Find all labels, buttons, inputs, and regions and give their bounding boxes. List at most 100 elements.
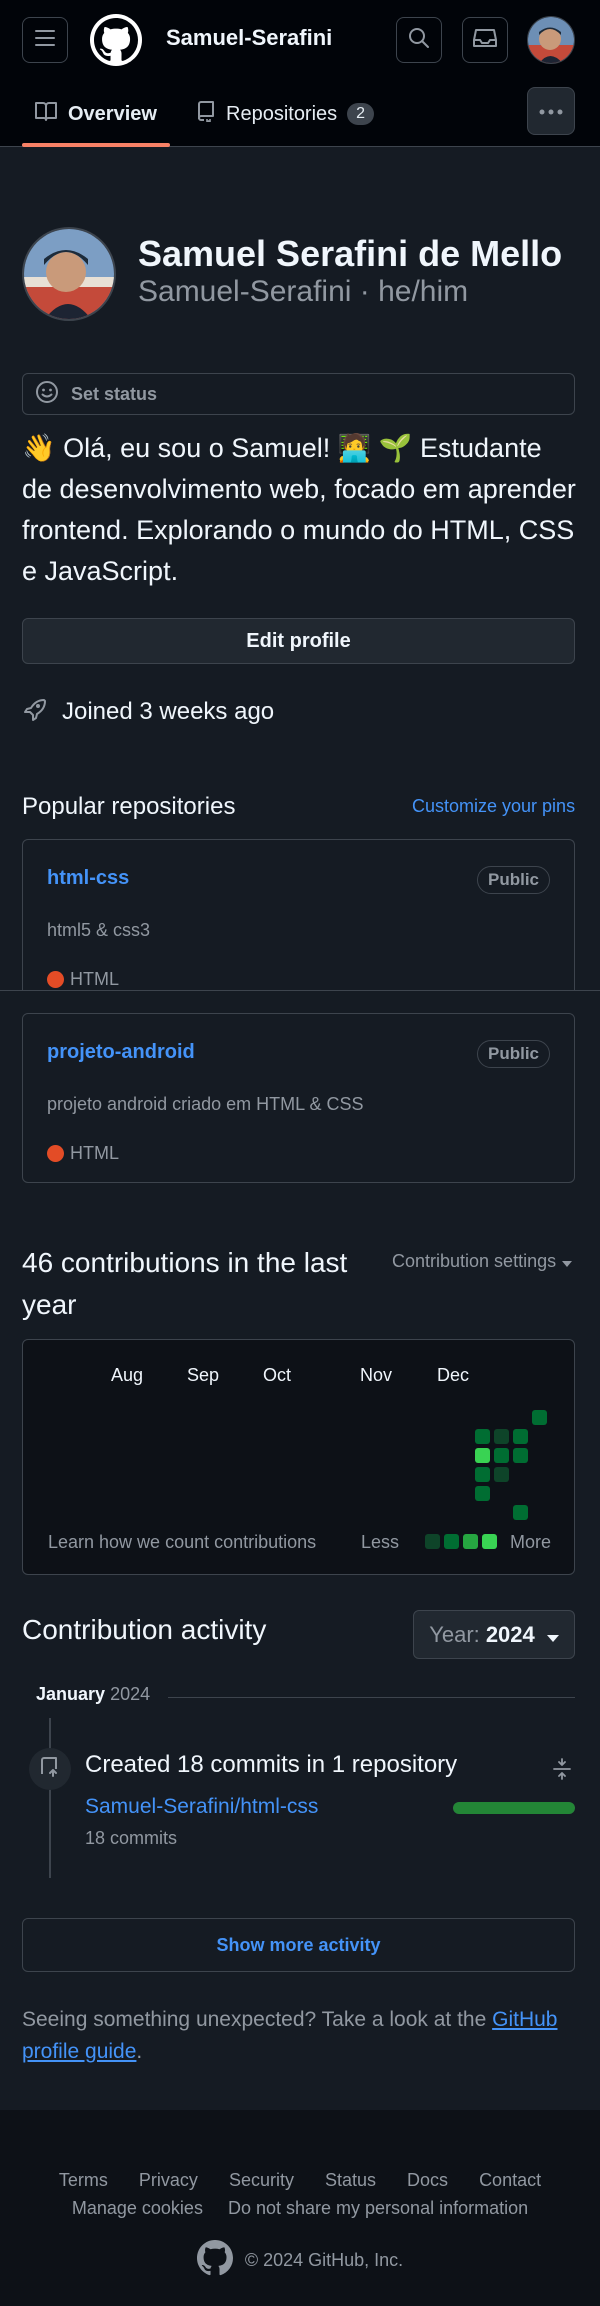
fold-icon[interactable]: [552, 1757, 572, 1786]
top-header: Samuel-Serafini: [0, 0, 600, 80]
visibility-badge: Public: [476, 1040, 550, 1068]
contribution-cell[interactable]: [513, 1505, 528, 1520]
month-label: Sep: [187, 1365, 220, 1385]
activity-commits-link[interactable]: 18 commits: [85, 1828, 177, 1849]
footer-link-do-not-share[interactable]: Do not share my personal information: [228, 2198, 528, 2218]
footer-link-privacy[interactable]: Privacy: [139, 2170, 198, 2190]
search-icon: [408, 27, 430, 54]
activity-repo-link[interactable]: Samuel-Serafini/html-css: [85, 1795, 318, 1819]
contribution-settings-label: Contribution settings: [392, 1251, 557, 1271]
profile-login: Samuel-Serafini · he/him: [138, 275, 469, 308]
commit-progress-fill: [453, 1802, 575, 1814]
smiley-icon: [35, 380, 71, 409]
year-select-button[interactable]: Year: 2024: [413, 1610, 575, 1659]
footer-link-docs[interactable]: Docs: [407, 2170, 448, 2190]
repo-description: projeto android criado em HTML & CSS: [47, 1094, 364, 1114]
user-avatar[interactable]: [527, 16, 575, 64]
github-mark-icon: [196, 2240, 245, 2281]
month-label: Aug: [111, 1365, 144, 1385]
divider: [0, 990, 600, 991]
footer-link-manage-cookies[interactable]: Manage cookies: [72, 2198, 203, 2218]
tab-overview[interactable]: Overview: [34, 97, 157, 131]
activity-month: January: [36, 1684, 106, 1704]
book-icon: [34, 100, 68, 128]
contribution-cell[interactable]: [494, 1467, 509, 1482]
footer-links-secondary: Manage cookies Do not share my personal …: [0, 2198, 600, 2219]
contribution-cell[interactable]: [513, 1429, 528, 1444]
repo-language-label: HTML: [70, 969, 119, 989]
contribution-cell[interactable]: [475, 1448, 490, 1463]
legend-cell: [425, 1534, 440, 1549]
tab-repositories-label: Repositories: [226, 102, 338, 125]
repositories-count: 2: [347, 103, 375, 125]
month-label: Oct: [263, 1365, 292, 1385]
search-button[interactable]: [396, 17, 442, 63]
tab-overview-label: Overview: [68, 102, 157, 125]
footer-link-security[interactable]: Security: [229, 2170, 294, 2190]
month-label: Nov: [360, 1365, 393, 1385]
legend-less-label: Less: [361, 1532, 400, 1552]
activity-month-heading: January 2024: [36, 1684, 150, 1705]
profile-name: Samuel Serafini de Mello: [138, 233, 563, 274]
contributions-title: 46 contributions in the last year: [22, 1247, 348, 1320]
activity-month-year: 2024: [110, 1684, 151, 1704]
hamburger-icon: [35, 29, 55, 52]
repo-push-icon: [39, 1756, 61, 1783]
set-status-label: Set status: [71, 383, 158, 404]
menu-button[interactable]: [22, 17, 68, 63]
language-color-dot: [47, 1145, 64, 1162]
tab-repositories[interactable]: Repositories 2: [196, 97, 375, 131]
footer-links: Terms Privacy Security Status Docs Conta…: [0, 2170, 600, 2191]
inbox-button[interactable]: [462, 17, 508, 63]
rocket-icon: [22, 696, 62, 729]
tab-selected-indicator: [22, 143, 170, 147]
learn-contributions-link[interactable]: Learn how we count contributions: [48, 1532, 316, 1553]
contribution-cell[interactable]: [494, 1448, 509, 1463]
visibility-badge: Public: [476, 866, 550, 894]
footer-link-status[interactable]: Status: [325, 2170, 376, 2190]
contribution-settings-dropdown[interactable]: Contribution settings: [392, 1251, 573, 1272]
legend-more-label: More: [510, 1532, 552, 1552]
more-options-button[interactable]: [527, 87, 575, 135]
profile-nav: Overview Repositories 2: [0, 80, 600, 147]
timeline-icon: [29, 1748, 71, 1790]
year-select-value: 2024: [485, 1621, 535, 1647]
header-username[interactable]: Samuel-Serafini: [166, 25, 332, 51]
footer-link-contact[interactable]: Contact: [479, 2170, 541, 2190]
edit-profile-button[interactable]: Edit profile: [22, 618, 575, 664]
repo-card: html-css Public html5 & css3 HTML: [22, 839, 575, 991]
contribution-cell[interactable]: [532, 1410, 547, 1425]
repo-name-link[interactable]: projeto-android: [47, 1041, 195, 1064]
profile-guide-note: Seeing something unexpected? Take a look…: [22, 2004, 572, 2068]
month-divider: [168, 1697, 575, 1698]
language-color-dot: [47, 971, 64, 988]
profile-bio: 👋 Olá, eu sou o Samuel! 🧑‍💻 🌱 Estudante …: [22, 433, 576, 586]
legend-cell: [463, 1534, 478, 1549]
github-logo[interactable]: [90, 14, 142, 66]
contribution-graph: Aug Sep Oct Nov Dec Learn how we count c…: [22, 1339, 575, 1575]
contribution-cell[interactable]: [475, 1429, 490, 1444]
contribution-cell[interactable]: [475, 1467, 490, 1482]
month-label: Dec: [437, 1365, 470, 1385]
footer-link-terms[interactable]: Terms: [59, 2170, 108, 2190]
popular-repos-title: Popular repositories: [22, 793, 236, 820]
legend-cell: [482, 1534, 497, 1549]
guide-text: Seeing something unexpected? Take a look…: [22, 2008, 493, 2031]
contribution-cell[interactable]: [494, 1429, 509, 1444]
profile-avatar[interactable]: [22, 227, 116, 321]
year-select-label: Year:: [429, 1621, 480, 1647]
footer-copyright: © 2024 GitHub, Inc.: [0, 2240, 600, 2281]
inbox-icon: [473, 28, 497, 53]
repo-name-link[interactable]: html-css: [47, 867, 129, 890]
set-status-button[interactable]: Set status: [22, 373, 575, 415]
show-more-activity-button[interactable]: Show more activity: [22, 1918, 575, 1972]
repo-card: projeto-android Public projeto android c…: [22, 1013, 575, 1183]
contribution-cell[interactable]: [475, 1486, 490, 1501]
customize-pins-link[interactable]: Customize your pins: [412, 796, 575, 817]
joined-date: Joined 3 weeks ago: [22, 694, 274, 730]
guide-text-end: .: [136, 2040, 143, 2063]
repo-language: HTML: [47, 969, 119, 990]
contribution-cell[interactable]: [513, 1448, 528, 1463]
timeline-line: [49, 1718, 51, 1878]
activity-summary: Created 18 commits in 1 repository: [85, 1751, 458, 1778]
